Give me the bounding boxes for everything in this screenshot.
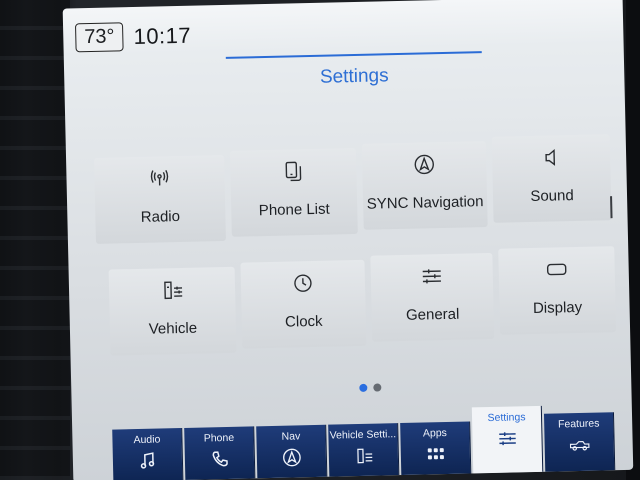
status-bar: 73° 10:17	[74, 21, 192, 53]
phone-list-icon	[281, 159, 306, 184]
nav-settings[interactable]: Settings	[471, 405, 544, 474]
touchscreen: 73° 10:17 Settings Radio Phone List SYNC…	[62, 0, 634, 480]
dashboard-vent	[0, 0, 70, 480]
nav-label: Settings	[487, 411, 526, 425]
temperature-badge: 73°	[74, 22, 124, 53]
nav-nav[interactable]: Nav	[256, 424, 328, 479]
title-underline	[225, 51, 482, 59]
music-note-icon	[137, 451, 157, 471]
apps-grid-icon	[425, 444, 445, 464]
tile-clock[interactable]: Clock	[240, 259, 367, 349]
tile-label: General	[405, 305, 460, 324]
sliders-icon	[420, 264, 445, 289]
page-dot-2[interactable]	[373, 383, 382, 392]
clock-time: 10:17	[133, 22, 192, 49]
tile-label: Display	[532, 298, 583, 318]
clock-icon	[291, 271, 316, 296]
tile-label: Radio	[140, 207, 181, 226]
tile-label: Phone List	[258, 200, 330, 220]
nav-label: Vehicle Setti...	[329, 428, 397, 442]
phone-icon	[209, 449, 229, 469]
tile-label: Vehicle	[148, 319, 198, 338]
nav-label: Audio	[133, 433, 161, 447]
tile-display[interactable]: Display	[498, 246, 617, 335]
tile-sync-navigation[interactable]: SYNC Navigation	[361, 141, 488, 230]
tile-sound[interactable]: Sound	[491, 134, 612, 223]
tile-label: SYNC Navigation	[366, 193, 484, 213]
scrollbar[interactable]	[610, 196, 613, 219]
page-dot-1[interactable]	[359, 383, 368, 392]
navigation-icon	[281, 447, 301, 467]
speaker-icon	[539, 145, 564, 170]
tile-radio[interactable]: Radio	[94, 154, 226, 244]
car-display-photo: 73° 10:17 Settings Radio Phone List SYNC…	[0, 0, 640, 480]
radio-icon	[147, 166, 172, 191]
nav-label: Phone	[203, 431, 235, 445]
navigation-icon	[412, 152, 437, 177]
nav-features[interactable]: Features	[543, 412, 616, 472]
nav-label: Features	[557, 417, 600, 431]
nav-phone[interactable]: Phone	[184, 426, 256, 480]
display-icon	[544, 257, 569, 282]
nav-audio[interactable]: Audio	[112, 427, 184, 480]
vehicle-settings-icon	[160, 278, 185, 303]
tile-label: Clock	[284, 312, 323, 331]
tile-general[interactable]: General	[370, 252, 495, 342]
tile-vehicle[interactable]: Vehicle	[108, 266, 237, 356]
vehicle-settings-icon	[353, 446, 373, 466]
settings-sliders-icon	[497, 428, 517, 448]
tile-phone-list[interactable]: Phone List	[229, 147, 358, 237]
nav-label: Apps	[422, 426, 447, 440]
bottom-nav-bar: Audio Phone Nav Vehicle Setti... Apps Se…	[112, 396, 634, 480]
tile-label: Sound	[530, 187, 574, 206]
page-title: Settings	[319, 65, 389, 88]
nav-label: Nav	[281, 430, 301, 443]
page-indicator[interactable]	[359, 383, 382, 392]
nav-apps[interactable]: Apps	[400, 421, 472, 476]
nav-vehicle-settings[interactable]: Vehicle Setti...	[328, 423, 400, 477]
truck-icon	[569, 435, 590, 455]
